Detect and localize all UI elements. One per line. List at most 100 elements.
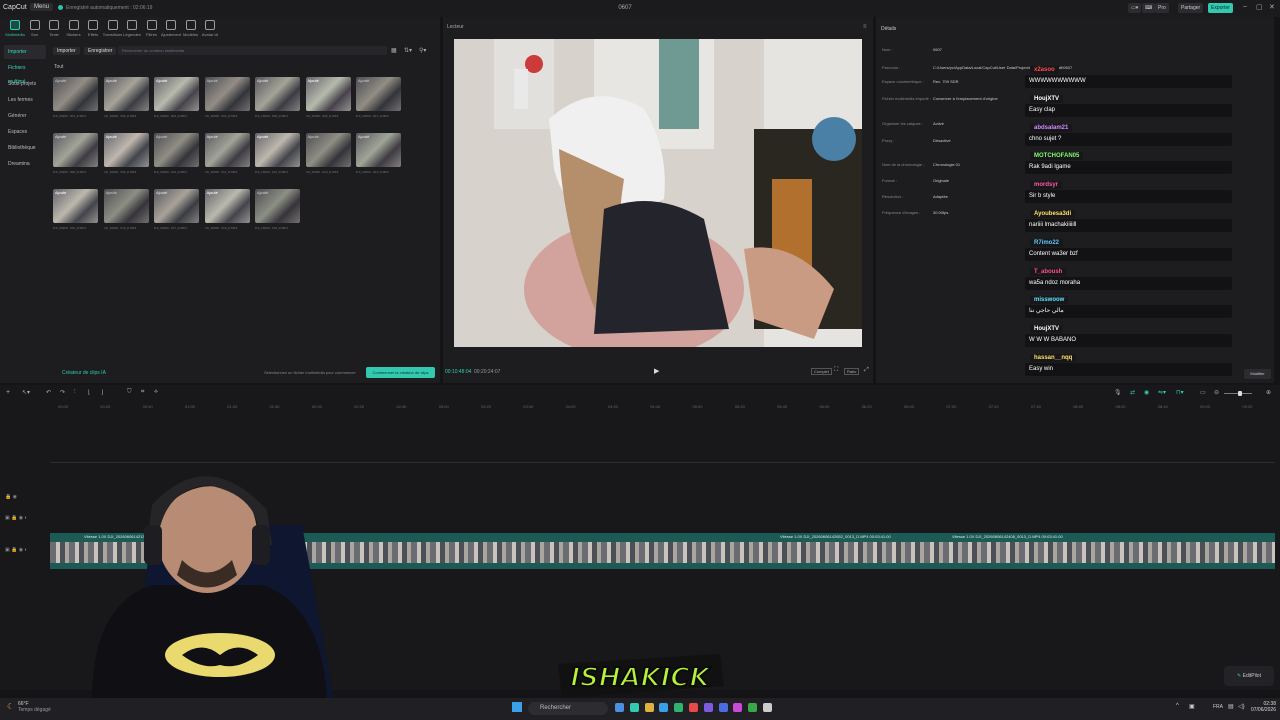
track-controls-icon[interactable]: ▣ 🔒 ◉ ◐ xyxy=(5,515,28,521)
undo-icon[interactable]: ↶ xyxy=(46,389,51,396)
tool-filters[interactable]: Filtres xyxy=(142,20,162,37)
sidebar-item[interactable]: Les fermes xyxy=(4,93,46,107)
tray-app-icon[interactable]: ▣ xyxy=(1189,703,1195,710)
tool-transitions[interactable]: Transitions xyxy=(103,20,123,37)
media-thumbnail[interactable]: Ajouté xyxy=(103,77,149,111)
capcut-app-icon[interactable] xyxy=(763,703,772,712)
media-thumbnail[interactable]: Ajouté xyxy=(154,77,199,111)
folder-icon[interactable] xyxy=(644,703,654,712)
language-indicator[interactable]: FRA xyxy=(1213,704,1223,710)
close-icon[interactable]: ✕ xyxy=(1269,3,1275,11)
freeze-icon[interactable]: ⟡ xyxy=(154,389,158,396)
media-thumbnail[interactable]: Ajouté xyxy=(356,133,401,167)
import-button[interactable]: Importer xyxy=(53,47,80,55)
tool-audio[interactable]: Son xyxy=(25,20,45,37)
media-thumbnail[interactable]: Ajouté xyxy=(356,77,401,111)
sidebar-item[interactable]: Dreamina xyxy=(4,157,46,171)
tool-templates[interactable]: Modèles xyxy=(181,20,201,37)
ratio-button[interactable]: Ratio xyxy=(844,368,860,375)
menu-button[interactable]: Menu xyxy=(30,3,54,11)
media-thumbnail[interactable]: Ajouté xyxy=(154,133,199,167)
pro-button[interactable]: Pro xyxy=(1155,3,1169,13)
share-button[interactable]: Partager xyxy=(1178,3,1204,13)
record-button[interactable]: Enregistrer xyxy=(84,47,117,55)
sort-icon[interactable]: ⇅▾ xyxy=(404,47,412,54)
magnet-icon[interactable]: ⊓▾ xyxy=(1176,389,1184,396)
add-icon[interactable]: + xyxy=(6,389,10,396)
main-track-controls-icon[interactable]: ▣ 🔒 ◉ ◐ xyxy=(5,547,28,553)
split-icon[interactable]: ⫶ xyxy=(74,389,76,396)
chrome-icon[interactable] xyxy=(674,703,684,712)
media-thumbnail[interactable]: Ajouté xyxy=(154,189,199,223)
redo-icon[interactable]: ↷ xyxy=(60,389,65,396)
volume-icon[interactable]: ◁) xyxy=(1238,703,1245,710)
zoom-in-icon[interactable]: ⊕ xyxy=(1266,389,1271,396)
media-thumbnail[interactable]: Ajouté xyxy=(204,77,250,111)
capcut-icon[interactable] xyxy=(689,703,698,712)
shield-icon[interactable]: ⛉ xyxy=(127,389,132,396)
grid-view-icon[interactable]: ▦ xyxy=(391,47,397,54)
snap-icon[interactable]: ◉ xyxy=(1144,389,1149,396)
export-button[interactable]: Exporter xyxy=(1208,3,1233,13)
media-thumbnail[interactable]: Ajouté xyxy=(53,189,98,223)
sidebar-item[interactable]: Sous-projets xyxy=(4,77,46,91)
media-thumbnail[interactable]: Ajouté xyxy=(103,133,149,167)
preview-axis-icon[interactable]: ⇋▾ xyxy=(1158,389,1166,396)
tool-captions[interactable]: Légendes xyxy=(122,20,142,37)
copilot-icon[interactable] xyxy=(629,703,639,712)
mic-icon[interactable]: 🎙 xyxy=(1114,389,1122,396)
full-quality-button[interactable]: Complet xyxy=(811,368,832,375)
edge-icon[interactable] xyxy=(659,703,669,712)
start-clip-creation-button[interactable]: Commencer la création de clips xyxy=(366,367,435,378)
tray-chevron-icon[interactable]: ^ xyxy=(1176,703,1179,709)
obs-icon[interactable] xyxy=(733,703,743,712)
media-search-input[interactable]: Rechercher du contenu multimédia xyxy=(118,46,387,55)
fit-icon[interactable]: ⛶ xyxy=(834,367,838,374)
minimize-icon[interactable]: – xyxy=(1243,3,1247,10)
sidebar-item[interactable]: Fichiers multimé... xyxy=(4,61,46,85)
modify-button[interactable]: Modifier xyxy=(1244,369,1271,379)
start-icon[interactable] xyxy=(512,702,522,712)
sidebar-item[interactable]: Générer xyxy=(4,109,46,123)
link-icon[interactable]: ⇄ xyxy=(1130,389,1135,396)
media-thumbnail[interactable]: Ajouté xyxy=(53,77,98,111)
tool-sticker[interactable]: Stickers xyxy=(64,20,84,37)
player-menu-icon[interactable]: ≡ xyxy=(863,24,867,30)
tool-adjust[interactable]: Ajustement xyxy=(161,20,181,37)
layout-icon[interactable]: ▭▾ xyxy=(1128,3,1142,13)
editpilot-button[interactable]: ✎ EditPilot xyxy=(1224,666,1274,686)
media-thumbnail[interactable]: Ajouté xyxy=(255,189,300,223)
media-player-icon[interactable] xyxy=(748,703,758,712)
select-tool-icon[interactable]: ↖▾ xyxy=(22,389,30,396)
sidebar-item[interactable]: Bibliothèque xyxy=(4,141,46,155)
media-thumbnail[interactable]: Ajouté xyxy=(53,133,98,167)
fullscreen-icon[interactable]: ⤢ xyxy=(864,367,869,374)
zoom-out-icon[interactable]: ⊖ xyxy=(1214,389,1219,396)
maximize-icon[interactable]: ▢ xyxy=(1256,3,1263,11)
sidebar-item[interactable]: Importer xyxy=(4,45,46,59)
taskbar-search[interactable]: Rechercher xyxy=(528,702,608,715)
network-icon[interactable]: ▤ xyxy=(1228,703,1234,710)
tool-media[interactable]: Multimédia xyxy=(5,20,25,37)
video-preview[interactable] xyxy=(454,39,862,347)
sidebar-item[interactable]: Espaces xyxy=(4,125,46,139)
split-left-icon[interactable]: ⌊ xyxy=(88,389,90,396)
media-thumbnail[interactable]: Ajouté xyxy=(305,77,351,111)
weather-widget[interactable]: 66°F Temps dégagé xyxy=(18,701,51,713)
media-thumbnail[interactable]: Ajouté xyxy=(305,133,351,167)
tool-avatar[interactable]: Avatar IA xyxy=(200,20,220,37)
crop-icon[interactable]: ⌗ xyxy=(141,389,144,396)
zoom-slider[interactable] xyxy=(1224,391,1252,396)
tool-effects[interactable]: Effets xyxy=(83,20,103,37)
word-icon[interactable] xyxy=(718,703,728,712)
track-lock-icon[interactable]: 🔒 ◉ xyxy=(5,494,17,500)
file-explorer-icon[interactable] xyxy=(615,703,624,712)
play-icon[interactable]: ▶ xyxy=(654,367,659,375)
split-right-icon[interactable]: ⌋ xyxy=(101,389,103,396)
discord-icon[interactable] xyxy=(703,703,713,712)
media-thumbnail[interactable]: Ajouté xyxy=(255,133,300,167)
filter-icon[interactable]: ⚲▾ xyxy=(419,47,426,54)
tool-text[interactable]: Texte xyxy=(44,20,64,37)
media-thumbnail[interactable]: Ajouté xyxy=(103,189,149,223)
media-thumbnail[interactable]: Ajouté xyxy=(255,77,300,111)
